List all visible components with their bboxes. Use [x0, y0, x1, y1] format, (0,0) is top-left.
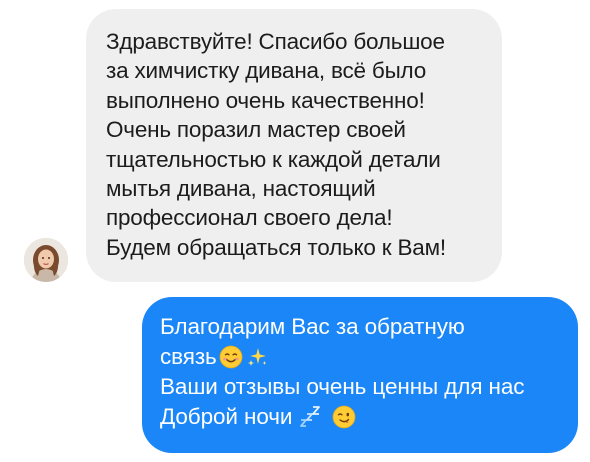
outgoing-message-line: Доброй ночи — [160, 402, 568, 432]
incoming-message-line: Очень поразил мастер своей — [106, 117, 406, 143]
outgoing-message-line: Ваши отзывы очень ценны для нас — [160, 374, 525, 399]
smiling-face-emoji-icon — [219, 345, 243, 369]
winking-face-emoji-icon — [332, 405, 356, 429]
incoming-message-line: за химчистку дивана, всё было — [106, 58, 427, 84]
sender-avatar[interactable] — [24, 238, 68, 282]
sparkles-emoji-icon — [245, 345, 269, 369]
incoming-message-bubble[interactable]: Здравствуйте! Спасибо большое за химчист… — [86, 9, 502, 282]
outgoing-message-bubble[interactable]: Благодарим Вас за обратную связь Ваши от… — [142, 297, 578, 453]
incoming-message-line: Здравствуйте! Спасибо большое — [106, 29, 445, 54]
outgoing-message-text: Доброй ночи — [160, 404, 293, 429]
outgoing-message-line: Благодарим Вас за обратную — [160, 314, 465, 339]
incoming-message-line: тщательностью к каждой детали — [106, 146, 441, 172]
incoming-message-line: выполнено очень качественно! — [106, 87, 425, 113]
outgoing-message-line: связь — [160, 342, 568, 372]
zzz-emoji-icon — [298, 405, 322, 429]
chat-thread: Здравствуйте! Спасибо большое за химчист… — [0, 0, 590, 462]
incoming-message-line: Будем обращаться только к Вам! — [106, 234, 446, 260]
incoming-message-line: профессионал своего дела! — [106, 205, 393, 231]
incoming-message-line: мытья дивана, настоящий — [106, 176, 376, 202]
outgoing-message-text: связь — [160, 344, 217, 369]
